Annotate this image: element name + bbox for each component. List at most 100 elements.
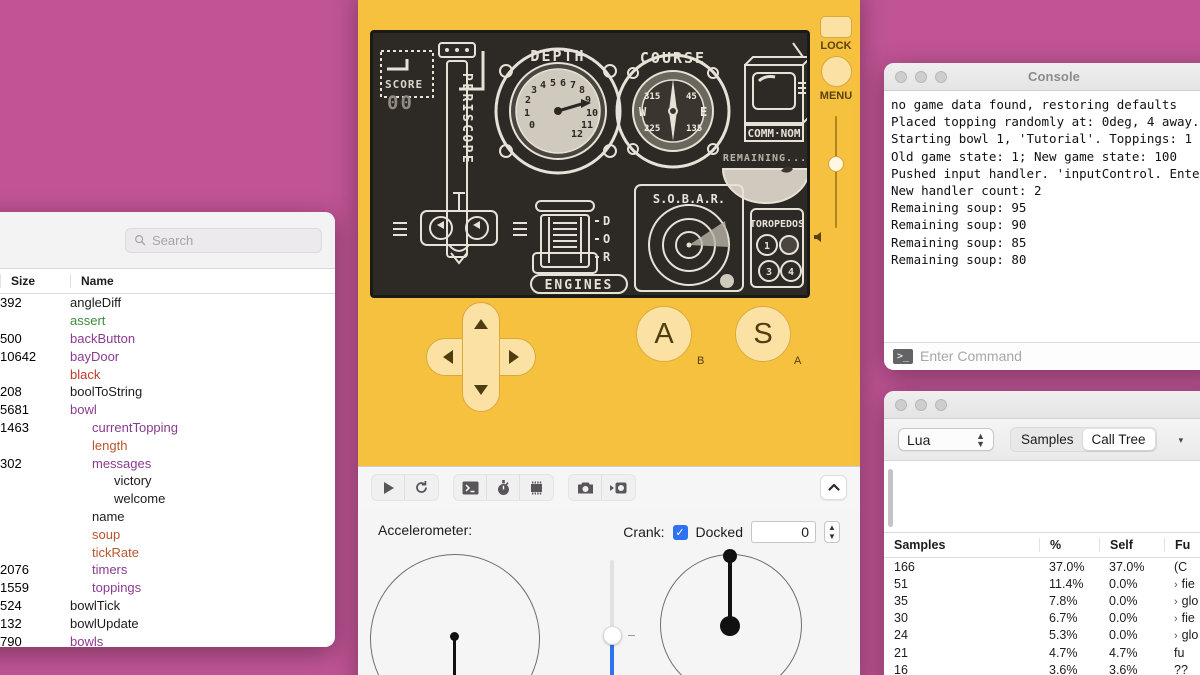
up-arrow-icon[interactable]	[474, 319, 488, 329]
cell-function: ??	[1164, 663, 1200, 675]
lock-button[interactable]	[820, 16, 852, 38]
record-button[interactable]	[602, 475, 635, 500]
table-row[interactable]: 1463currentTopping	[0, 419, 335, 437]
tab-call-tree[interactable]: Call Tree	[1083, 429, 1155, 450]
tab-samples[interactable]: Samples	[1012, 429, 1083, 450]
table-row[interactable]: 2076timers	[0, 561, 335, 579]
collapse-panel-button[interactable]	[820, 475, 847, 500]
console-command-input[interactable]: Enter Command	[920, 348, 1022, 364]
graph-scrollbar[interactable]	[888, 469, 893, 527]
table-row[interactable]: 524bowlTick	[0, 597, 335, 615]
volume-slider-track[interactable]	[835, 116, 837, 228]
column-header-self[interactable]: Self	[1099, 538, 1164, 552]
maximize-button[interactable]	[935, 399, 947, 411]
console-command-row[interactable]: >_ Enter Command	[884, 342, 1200, 369]
console-titlebar[interactable]: Console	[884, 63, 1200, 91]
cell-self: 0.0%	[1099, 611, 1164, 625]
cell-name: messages	[70, 456, 335, 471]
disclosure-triangle-icon[interactable]: ›	[1174, 613, 1178, 625]
table-row[interactable]: 10642bayDoor	[0, 347, 335, 365]
profiler-graph-area[interactable]	[884, 461, 1200, 533]
table-row[interactable]: wl! Wat…welcome	[0, 490, 335, 508]
game-screen[interactable]: SCORE 00 PERISCOPE	[370, 30, 810, 298]
disclosure-triangle-icon[interactable]: ›	[1174, 596, 1178, 608]
dpad[interactable]	[426, 302, 536, 412]
table-row[interactable]: black	[0, 365, 335, 383]
table-row[interactable]: 214.7%4.7%fu	[884, 644, 1200, 661]
minimize-button[interactable]	[915, 399, 927, 411]
down-arrow-icon[interactable]	[474, 385, 488, 395]
profiler-row-list[interactable]: 16637.0%37.0%(C5111.4%0.0%›fie357.8%0.0%…	[884, 558, 1200, 675]
inspector-row-list[interactable]: 392angleDiffassert500backButton10642bayD…	[0, 294, 335, 647]
table-row[interactable]: name	[0, 508, 335, 526]
accelerometer-z-slider-track[interactable]	[610, 560, 614, 675]
table-row[interactable]: 1559toppings	[0, 579, 335, 597]
table-row[interactable]: length	[0, 436, 335, 454]
svg-text:W: W	[639, 105, 647, 119]
screenshot-button[interactable]	[569, 475, 602, 500]
accelerometer-z-slider-thumb[interactable]	[603, 626, 622, 645]
crank-label: Crank:	[623, 524, 664, 540]
table-row[interactable]: 357.8%0.0%›glo	[884, 592, 1200, 609]
column-header-samples[interactable]: Samples	[884, 538, 1039, 552]
table-row[interactable]: 790bowls	[0, 632, 335, 647]
profiler-button[interactable]	[487, 475, 520, 500]
table-row[interactable]: assert	[0, 312, 335, 330]
svg-text:E: E	[700, 105, 707, 119]
table-row[interactable]: 306.7%0.0%›fie	[884, 610, 1200, 627]
crank-angle-input[interactable]: 0	[751, 521, 816, 543]
table-row[interactable]: 5681bowl	[0, 401, 335, 419]
svg-text:DEPTH: DEPTH	[530, 47, 585, 65]
profiler-titlebar[interactable]	[884, 391, 1200, 419]
table-row[interactable]: 245.3%0.0%›glo	[884, 627, 1200, 644]
column-header-name[interactable]: Name	[70, 274, 335, 288]
right-arrow-icon[interactable]	[509, 350, 519, 364]
table-row[interactable]: soup	[0, 525, 335, 543]
button-a[interactable]: S	[735, 306, 791, 362]
table-row[interactable]: 16637.0%37.0%(C	[884, 558, 1200, 575]
svg-text:10: 10	[586, 108, 598, 119]
table-row[interactable]: 302messages	[0, 454, 335, 472]
disclosure-triangle-icon[interactable]: ›	[1174, 579, 1178, 591]
table-row[interactable]: 392angleDiff	[0, 294, 335, 312]
dpad-center	[463, 339, 499, 375]
cell-name: bayDoor	[70, 349, 335, 364]
button-b[interactable]: A	[636, 306, 692, 362]
column-header-size[interactable]: Size	[0, 274, 70, 288]
table-row[interactable]: 132bowlUpdate	[0, 614, 335, 632]
cell-function: ›glo	[1164, 594, 1200, 608]
left-arrow-icon[interactable]	[443, 350, 453, 364]
reload-button[interactable]	[405, 475, 438, 500]
desktop-background: Search Value Size Name 392angleDiffasser…	[0, 0, 1200, 675]
table-row[interactable]: 500backButton	[0, 330, 335, 348]
column-header-percent[interactable]: %	[1039, 538, 1099, 552]
menu-label: MENU	[812, 90, 860, 102]
overflow-chevron-icon[interactable]: ▾	[1179, 436, 1184, 444]
crank-angle-stepper[interactable]: ▲▼	[824, 521, 840, 543]
memory-button[interactable]	[520, 475, 553, 500]
cell-name: bowl	[70, 402, 335, 417]
volume-slider-knob[interactable]	[828, 156, 844, 172]
close-button[interactable]	[895, 399, 907, 411]
console-button[interactable]	[454, 475, 487, 500]
disclosure-triangle-icon[interactable]: ›	[1174, 630, 1178, 642]
svg-text:PERISCOPE: PERISCOPE	[459, 73, 474, 165]
speaker-icon[interactable]	[812, 230, 860, 244]
table-row[interactable]: t bowl!"victory	[0, 472, 335, 490]
crank-docked-checkbox[interactable]: ✓	[673, 525, 688, 540]
language-select[interactable]: Lua ▲▼	[898, 428, 994, 451]
play-button[interactable]	[372, 475, 405, 500]
cell-percent: 7.8%	[1039, 594, 1099, 608]
table-row[interactable]: 163.6%3.6%??	[884, 661, 1200, 675]
accelerometer-needle[interactable]	[453, 636, 456, 675]
menu-button[interactable]	[821, 56, 852, 87]
table-row[interactable]: tickRate	[0, 543, 335, 561]
cell-percent: 4.7%	[1039, 646, 1099, 660]
cell-name: length	[70, 438, 335, 453]
crank-handle-dot[interactable]	[723, 549, 737, 563]
search-input[interactable]: Search	[125, 228, 322, 253]
table-row[interactable]: 5111.4%0.0%›fie	[884, 575, 1200, 592]
cell-name: name	[70, 509, 335, 524]
column-header-function[interactable]: Fu	[1164, 538, 1200, 552]
table-row[interactable]: 208boolToString	[0, 383, 335, 401]
